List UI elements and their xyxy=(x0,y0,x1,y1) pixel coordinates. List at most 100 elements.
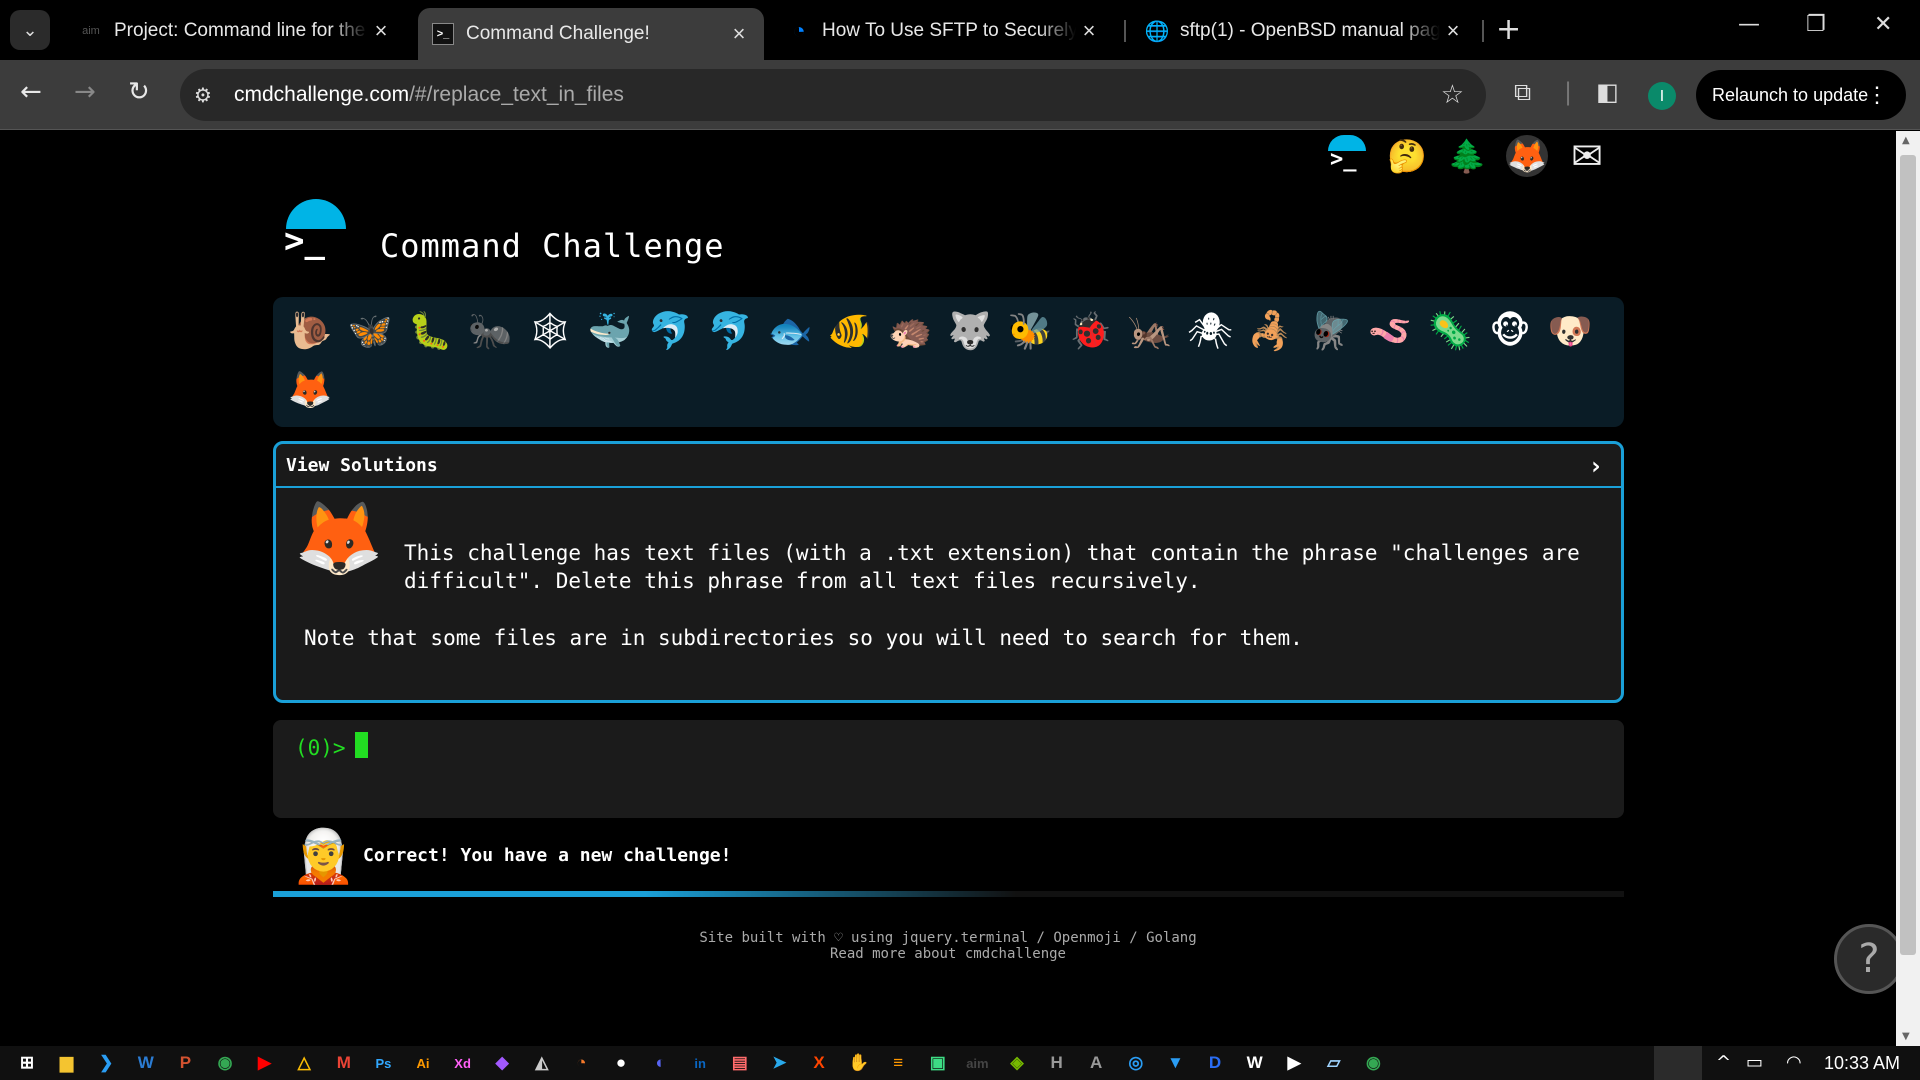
nvidia-icon[interactable]: ◈ xyxy=(1002,1048,1032,1078)
figma-icon[interactable]: ◆ xyxy=(487,1048,517,1078)
critter-icon[interactable]: 🐞 xyxy=(1063,305,1117,357)
minimize-button[interactable]: — xyxy=(1738,12,1760,37)
critter-icon[interactable]: 🪰 xyxy=(1303,305,1357,357)
critter-icon[interactable]: 🐠 xyxy=(823,305,877,357)
critter-icon[interactable]: 🐌 xyxy=(283,305,337,357)
clock[interactable]: 10:33 AM xyxy=(1824,1053,1900,1074)
critter-icon[interactable]: 🐝 xyxy=(1003,305,1057,357)
footer-read-more-link[interactable]: Read more about cmdchallenge xyxy=(0,946,1896,962)
critter-icon[interactable]: 🦠 xyxy=(1423,305,1477,357)
critter-icon[interactable]: 🐶 xyxy=(1543,305,1597,357)
notepad-icon[interactable]: ▱ xyxy=(1319,1048,1349,1078)
critter-icon[interactable]: 🐺 xyxy=(943,305,997,357)
mail-icon[interactable]: ✉ xyxy=(1566,134,1608,178)
inkscape-dark-icon[interactable]: ✋ xyxy=(844,1048,874,1078)
tab-command-challenge[interactable]: >_ Command Challenge! × xyxy=(418,8,764,60)
vpn-app-icon[interactable]: ▼ xyxy=(1160,1048,1190,1078)
tab-search-button[interactable]: ⌄ xyxy=(10,10,50,50)
terminal[interactable]: (0)> xyxy=(273,720,1624,818)
critter-icon[interactable]: 🦂 xyxy=(1243,305,1297,357)
restore-button[interactable]: ❐ xyxy=(1806,12,1826,37)
notes-app-icon[interactable]: ▤ xyxy=(725,1048,755,1078)
forward-button[interactable]: → xyxy=(74,77,96,107)
telegram-icon[interactable]: ➤ xyxy=(764,1048,794,1078)
reload-button[interactable]: ↻ xyxy=(128,77,150,107)
android-app-icon[interactable]: ▣ xyxy=(923,1048,953,1078)
page-scrollbar[interactable]: ▲ ▼ xyxy=(1896,131,1920,1046)
critter-icon[interactable]: 🦋 xyxy=(343,305,397,357)
new-tab-button[interactable]: + xyxy=(1496,12,1521,47)
scrollbar-thumb[interactable] xyxy=(1900,155,1916,955)
critter-icon[interactable]: 🐵 xyxy=(1483,305,1537,357)
vscode-icon[interactable]: ❯ xyxy=(91,1048,121,1078)
q-app-icon[interactable]: ◎ xyxy=(1121,1048,1151,1078)
critter-icon[interactable]: 🐟 xyxy=(763,305,817,357)
x-app-icon[interactable]: X xyxy=(804,1048,834,1078)
critter-icon[interactable]: 🦔 xyxy=(883,305,937,357)
site-info-icon[interactable]: ⚙ xyxy=(194,83,234,107)
extensions-icon[interactable]: ⧉ xyxy=(1514,78,1531,106)
bookmark-star-icon[interactable]: ☆ xyxy=(1441,80,1464,110)
tray-overflow-icon[interactable]: ^ xyxy=(1716,1052,1731,1073)
thinking-face-icon[interactable]: 🤔 xyxy=(1386,135,1428,177)
h-app-icon[interactable]: H xyxy=(1042,1048,1072,1078)
d-app-icon[interactable]: D xyxy=(1200,1048,1230,1078)
scroll-up-icon[interactable]: ▲ xyxy=(1902,135,1910,146)
tab-project-command-line[interactable]: aim Project: Command line for the web × xyxy=(66,8,406,54)
google-drive-icon[interactable]: △ xyxy=(289,1048,319,1078)
critter-icon[interactable]: 🦊 xyxy=(283,364,337,416)
back-button[interactable]: ← xyxy=(20,77,42,107)
close-icon[interactable]: × xyxy=(1076,18,1102,44)
blender-icon[interactable]: ◔ xyxy=(566,1048,596,1078)
chrome-active-icon[interactable]: ◉ xyxy=(1358,1048,1388,1078)
a-app-icon[interactable]: A xyxy=(1081,1048,1111,1078)
tab-sftp-manual[interactable]: 🌐 sftp(1) - OpenBSD manual pages × xyxy=(1132,8,1478,54)
chrome-icon[interactable]: ◉ xyxy=(210,1048,240,1078)
critter-icon[interactable]: 🐬 xyxy=(703,305,757,357)
profile-avatar[interactable]: I xyxy=(1648,82,1676,110)
relaunch-button[interactable]: Relaunch to update ⋮ xyxy=(1696,70,1906,120)
critter-icon[interactable]: 🐳 xyxy=(583,305,637,357)
tree-icon[interactable]: 🌲 xyxy=(1446,135,1488,177)
help-badge-icon[interactable]: ? xyxy=(1834,924,1896,994)
critter-icon[interactable]: 🪱 xyxy=(1363,305,1417,357)
inkscape-icon[interactable]: ◭ xyxy=(527,1048,557,1078)
gmail-icon[interactable]: M xyxy=(329,1048,359,1078)
word-icon[interactable]: W xyxy=(131,1048,161,1078)
photoshop-icon[interactable]: Ps xyxy=(368,1048,398,1078)
media-player-icon[interactable]: ▶ xyxy=(1279,1048,1309,1078)
critter-icon[interactable]: 🕸 xyxy=(523,305,577,357)
battery-icon[interactable]: ▭ xyxy=(1746,1052,1763,1073)
powerpoint-icon[interactable]: P xyxy=(170,1048,200,1078)
illustrator-icon[interactable]: Ai xyxy=(408,1048,438,1078)
linkedin-icon[interactable]: in xyxy=(685,1048,715,1078)
chevron-right-icon[interactable]: › xyxy=(1589,452,1603,480)
close-window-button[interactable]: ✕ xyxy=(1874,12,1892,37)
file-explorer-icon[interactable]: ▆ xyxy=(52,1048,82,1078)
critter-icon[interactable]: 🐜 xyxy=(463,305,517,357)
xd-icon[interactable]: Xd xyxy=(448,1048,478,1078)
critter-icon[interactable]: 🕷 xyxy=(1183,305,1237,357)
youtube-icon[interactable]: ▶ xyxy=(250,1048,280,1078)
close-icon[interactable]: × xyxy=(726,21,752,47)
side-panel-icon[interactable]: ◧ xyxy=(1596,78,1619,106)
scroll-down-icon[interactable]: ▼ xyxy=(1902,1031,1910,1042)
critter-icon[interactable]: 🦗 xyxy=(1123,305,1177,357)
sublime-icon[interactable]: ≡ xyxy=(883,1048,913,1078)
tab-sftp-tutorial[interactable]: ◔ How To Use SFTP to Securely Transfer F… xyxy=(774,8,1114,54)
aim-icon[interactable]: aim xyxy=(962,1048,992,1078)
terminal-icon[interactable]: >_ xyxy=(1326,135,1368,177)
discord-icon[interactable]: ◐ xyxy=(646,1048,676,1078)
critter-icon[interactable]: 🐬 xyxy=(643,305,697,357)
more-menu-icon[interactable]: ⋮ xyxy=(1866,82,1888,108)
close-icon[interactable]: × xyxy=(1440,18,1466,44)
close-icon[interactable]: × xyxy=(368,18,394,44)
wikipedia-icon[interactable]: W xyxy=(1240,1048,1270,1078)
windows-start-icon[interactable]: ⊞ xyxy=(12,1048,42,1078)
site-logo[interactable]: >_ xyxy=(284,199,348,269)
critter-icon[interactable]: 🐛 xyxy=(403,305,457,357)
gitlab-icon[interactable]: 🦊 xyxy=(1506,135,1548,177)
view-solutions-toggle[interactable]: View Solutions › xyxy=(276,444,1621,488)
github-icon[interactable]: ● xyxy=(606,1048,636,1078)
wifi-icon[interactable]: ◠ xyxy=(1786,1052,1802,1073)
